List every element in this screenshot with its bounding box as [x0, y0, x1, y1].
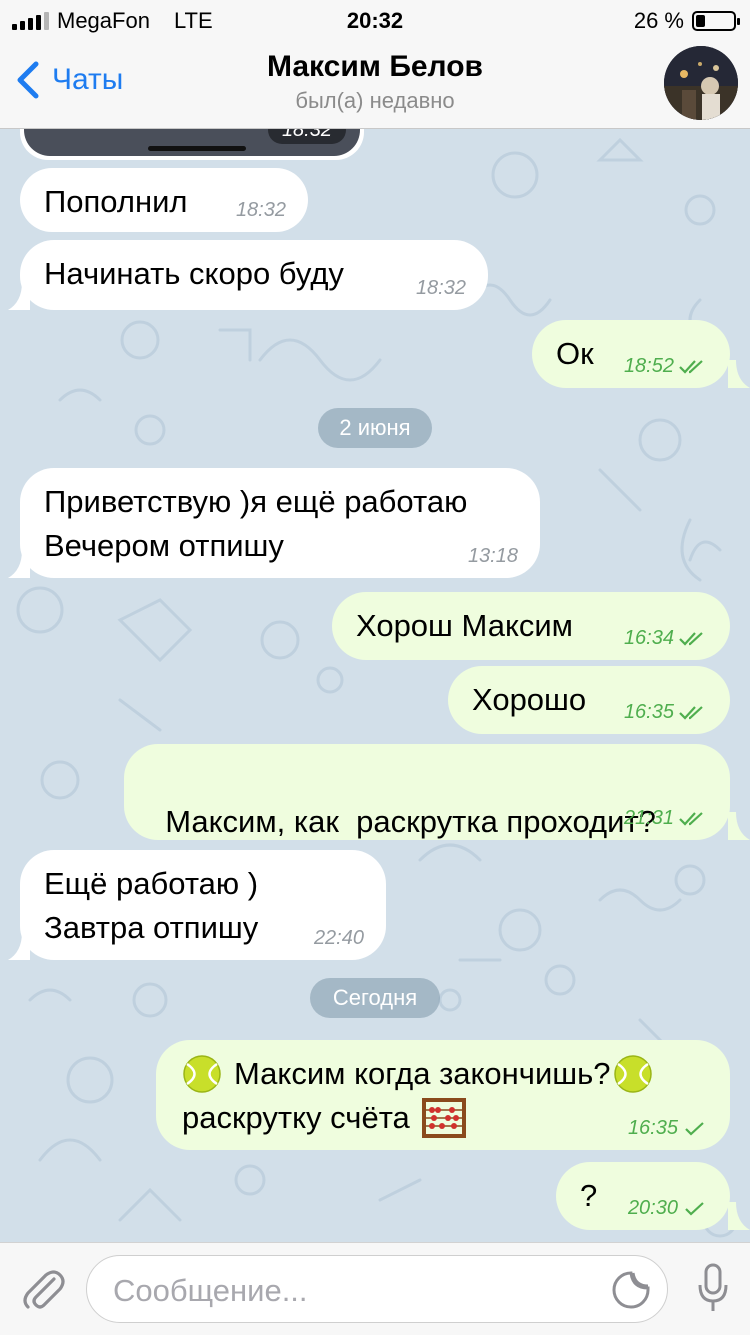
sticker-icon	[612, 1271, 650, 1309]
incoming-message[interactable]: Приветствую )я ещё работаю Вечером отпиш…	[20, 468, 540, 578]
outgoing-message[interactable]: Хорош Максим 16:34	[332, 592, 730, 660]
outgoing-message[interactable]: Максим когда закончишь? раскрутку счёта …	[156, 1040, 730, 1150]
paperclip-icon	[23, 1270, 65, 1309]
single-check-icon	[685, 1122, 704, 1136]
abacus-icon	[421, 1098, 466, 1138]
tennis-ball-icon	[183, 1055, 221, 1093]
message-time: 18:32	[415, 277, 466, 299]
status-right: 26 %	[633, 8, 740, 34]
outgoing-message[interactable]: Ок 18:52	[532, 320, 730, 388]
message-text: Хорош Максим	[356, 608, 573, 643]
microphone-button[interactable]	[698, 1263, 728, 1318]
message-time-status: 16:35	[628, 1116, 708, 1140]
contact-name: Максим Белов	[267, 50, 483, 83]
message-text: Пополнил	[44, 184, 188, 219]
bubble-tail	[728, 812, 750, 840]
status-bar: MegaFon LTE 20:32 26 %	[0, 0, 750, 40]
outgoing-message[interactable]: Максим, как раскрутка проходит? 21:31	[124, 744, 730, 840]
message-text: ?	[580, 1178, 598, 1213]
message-time: 16:35	[627, 1117, 678, 1139]
message-input-bar	[0, 1242, 750, 1335]
message-text: Ок	[556, 336, 594, 371]
message-time-status: 20:30	[628, 1196, 708, 1220]
chat-title-block[interactable]: Максим Белов был(а) недавно	[0, 50, 750, 114]
bubble-tail	[728, 360, 750, 388]
message-line-1: Максим когда закончишь?	[182, 1052, 706, 1096]
message-input[interactable]	[111, 1270, 595, 1312]
date-separator: Сегодня	[310, 978, 440, 1018]
date-separator: 2 июня	[318, 408, 432, 448]
double-check-icon	[679, 812, 703, 826]
outgoing-message[interactable]: ? 20:30	[556, 1162, 730, 1230]
outgoing-message[interactable]: Хорошо 16:35	[448, 666, 730, 734]
message-time: 16:34	[623, 627, 674, 649]
incoming-message[interactable]: Пополнил 18:32	[20, 168, 308, 232]
message-text: раскрутку счёта	[182, 1100, 410, 1135]
message-field[interactable]	[86, 1255, 668, 1323]
message-time-status: 18:52	[624, 354, 708, 378]
message-time: 20:30	[627, 1197, 678, 1219]
incoming-message[interactable]: Ещё работаю ) Завтра отпишу 22:40	[20, 850, 386, 960]
message-time: 13:18	[467, 545, 518, 567]
message-text: Максим, как раскрутка проходит?	[165, 804, 656, 839]
chat-header: Чаты Максим Белов был(а) недавно	[0, 40, 750, 129]
attach-button[interactable]	[20, 1265, 66, 1318]
battery-icon	[692, 11, 740, 31]
double-check-icon	[679, 706, 703, 720]
contact-avatar[interactable]	[664, 46, 738, 120]
message-text-line: Вечером отпишу	[44, 528, 284, 563]
message-text: Начинать скоро буду	[44, 256, 344, 291]
sticker-button[interactable]	[611, 1270, 651, 1315]
battery-fill	[696, 15, 706, 27]
message-text: Хорошо	[472, 682, 587, 717]
message-time: 18:32	[235, 199, 286, 221]
photo-content-bar	[148, 146, 246, 151]
microphone-icon	[698, 1263, 728, 1311]
message-time-status: 21:31	[624, 806, 708, 830]
avatar-photo	[664, 46, 738, 120]
battery-percent: 26 %	[633, 8, 684, 33]
double-check-icon	[679, 360, 703, 374]
message-time-status: 16:34	[624, 626, 708, 650]
message-text-line: Приветствую )я ещё работаю	[44, 484, 468, 519]
message-text-line: Ещё работаю )	[44, 866, 259, 901]
single-check-icon	[685, 1202, 704, 1216]
message-time: 21:31	[623, 807, 674, 829]
message-time: 18:52	[623, 355, 674, 377]
message-time: 22:40	[313, 927, 364, 949]
tennis-ball-icon	[613, 1055, 652, 1093]
message-text: Максим когда закончишь?	[234, 1056, 611, 1091]
bubble-tail	[728, 1202, 750, 1230]
message-time-status: 16:35	[624, 700, 708, 724]
double-check-icon	[679, 632, 703, 646]
last-seen-status: был(а) недавно	[295, 88, 455, 113]
incoming-message[interactable]: Начинать скоро буду 18:32	[20, 240, 488, 310]
message-time: 16:35	[623, 701, 674, 723]
